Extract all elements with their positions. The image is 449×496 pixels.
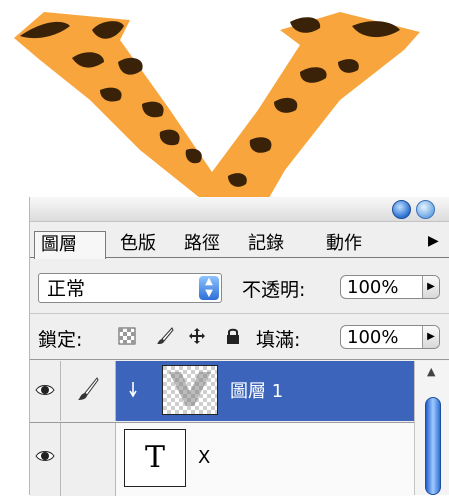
link-toggle[interactable] xyxy=(61,423,116,496)
fill-label: 填滿: xyxy=(256,329,301,351)
opacity-slider-arrow-icon[interactable]: ▶ xyxy=(422,276,439,298)
opacity-label: 不透明: xyxy=(242,279,306,301)
blend-mode-select[interactable]: 正常 ▲ ▼ xyxy=(38,273,222,303)
lock-position-move-icon[interactable] xyxy=(188,327,206,345)
scroll-thumb[interactable] xyxy=(425,397,441,495)
link-toggle[interactable] xyxy=(61,361,116,421)
tab-label: 動作 xyxy=(326,233,362,254)
tab-history[interactable]: 記錄 xyxy=(242,231,302,257)
collapse-button[interactable] xyxy=(392,200,411,219)
tab-label: 記錄 xyxy=(248,233,284,254)
lock-transparency-icon[interactable] xyxy=(118,327,136,345)
text-layer-thumbnail: T xyxy=(124,429,186,487)
lock-label: 鎖定: xyxy=(38,329,83,351)
type-t-icon: T xyxy=(144,440,165,475)
lock-pixels-brush-icon[interactable] xyxy=(156,327,174,345)
fill-value: 100% xyxy=(347,327,399,348)
visibility-toggle[interactable] xyxy=(30,423,61,496)
scroll-up-arrow-icon[interactable]: ▲ xyxy=(427,365,435,378)
checker-thumbnail xyxy=(163,366,217,414)
layers-panel: 圖層 色版 路徑 記錄 動作 ▶ 正常 ▲▼ 不透明: 100% ▶ 鎖定: xyxy=(29,197,449,496)
opacity-value: 100% xyxy=(347,277,399,298)
canvas-artwork xyxy=(14,12,420,210)
fill-slider-arrow-icon[interactable]: ▶ xyxy=(422,326,439,348)
tab-layers[interactable]: 圖層 xyxy=(34,231,106,259)
layer-name: X xyxy=(198,447,211,468)
lock-fill-row: 鎖定: 填滿: 100% ▶ xyxy=(30,319,449,353)
blend-mode-value: 正常 xyxy=(47,278,86,300)
visibility-toggle[interactable] xyxy=(30,361,61,421)
updown-arrows-icon: ▲ ▼ xyxy=(199,276,219,300)
layer-name: 圖層 1 xyxy=(230,381,284,402)
fill-field[interactable]: 100% ▶ xyxy=(340,325,440,349)
opacity-field[interactable]: 100% ▶ xyxy=(340,275,440,299)
tab-label: 圖層 xyxy=(41,234,77,255)
clip-arrow-icon xyxy=(129,382,137,398)
panel-menu-arrow-icon[interactable]: ▶ xyxy=(428,233,439,249)
layer-row[interactable]: T X xyxy=(30,422,414,496)
tab-actions[interactable]: 動作 xyxy=(320,231,380,257)
layer-thumbnail xyxy=(162,365,218,415)
close-panel-button[interactable] xyxy=(416,200,435,219)
eye-icon xyxy=(35,385,55,395)
brush-icon xyxy=(78,377,99,400)
tab-channels[interactable]: 色版 xyxy=(114,231,174,257)
tab-label: 路徑 xyxy=(184,233,220,254)
blend-opacity-row: 正常 ▲ ▼ 不透明: 100% ▶ xyxy=(30,267,449,303)
layer-row-selected[interactable]: 圖層 1 xyxy=(30,361,414,421)
panel-titlebar xyxy=(30,197,449,222)
divider xyxy=(30,359,449,360)
layers-list: 圖層 1 T X xyxy=(30,361,414,496)
panel-tabs: 圖層 色版 路徑 記錄 動作 xyxy=(30,231,449,259)
tab-paths[interactable]: 路徑 xyxy=(178,231,238,257)
tab-label: 色版 xyxy=(120,233,156,254)
layers-scrollbar[interactable]: ▲ xyxy=(414,361,449,495)
tiger-letter-v xyxy=(14,12,420,210)
eye-icon xyxy=(35,451,55,461)
lock-all-padlock-icon[interactable] xyxy=(224,327,242,345)
divider xyxy=(30,313,449,314)
